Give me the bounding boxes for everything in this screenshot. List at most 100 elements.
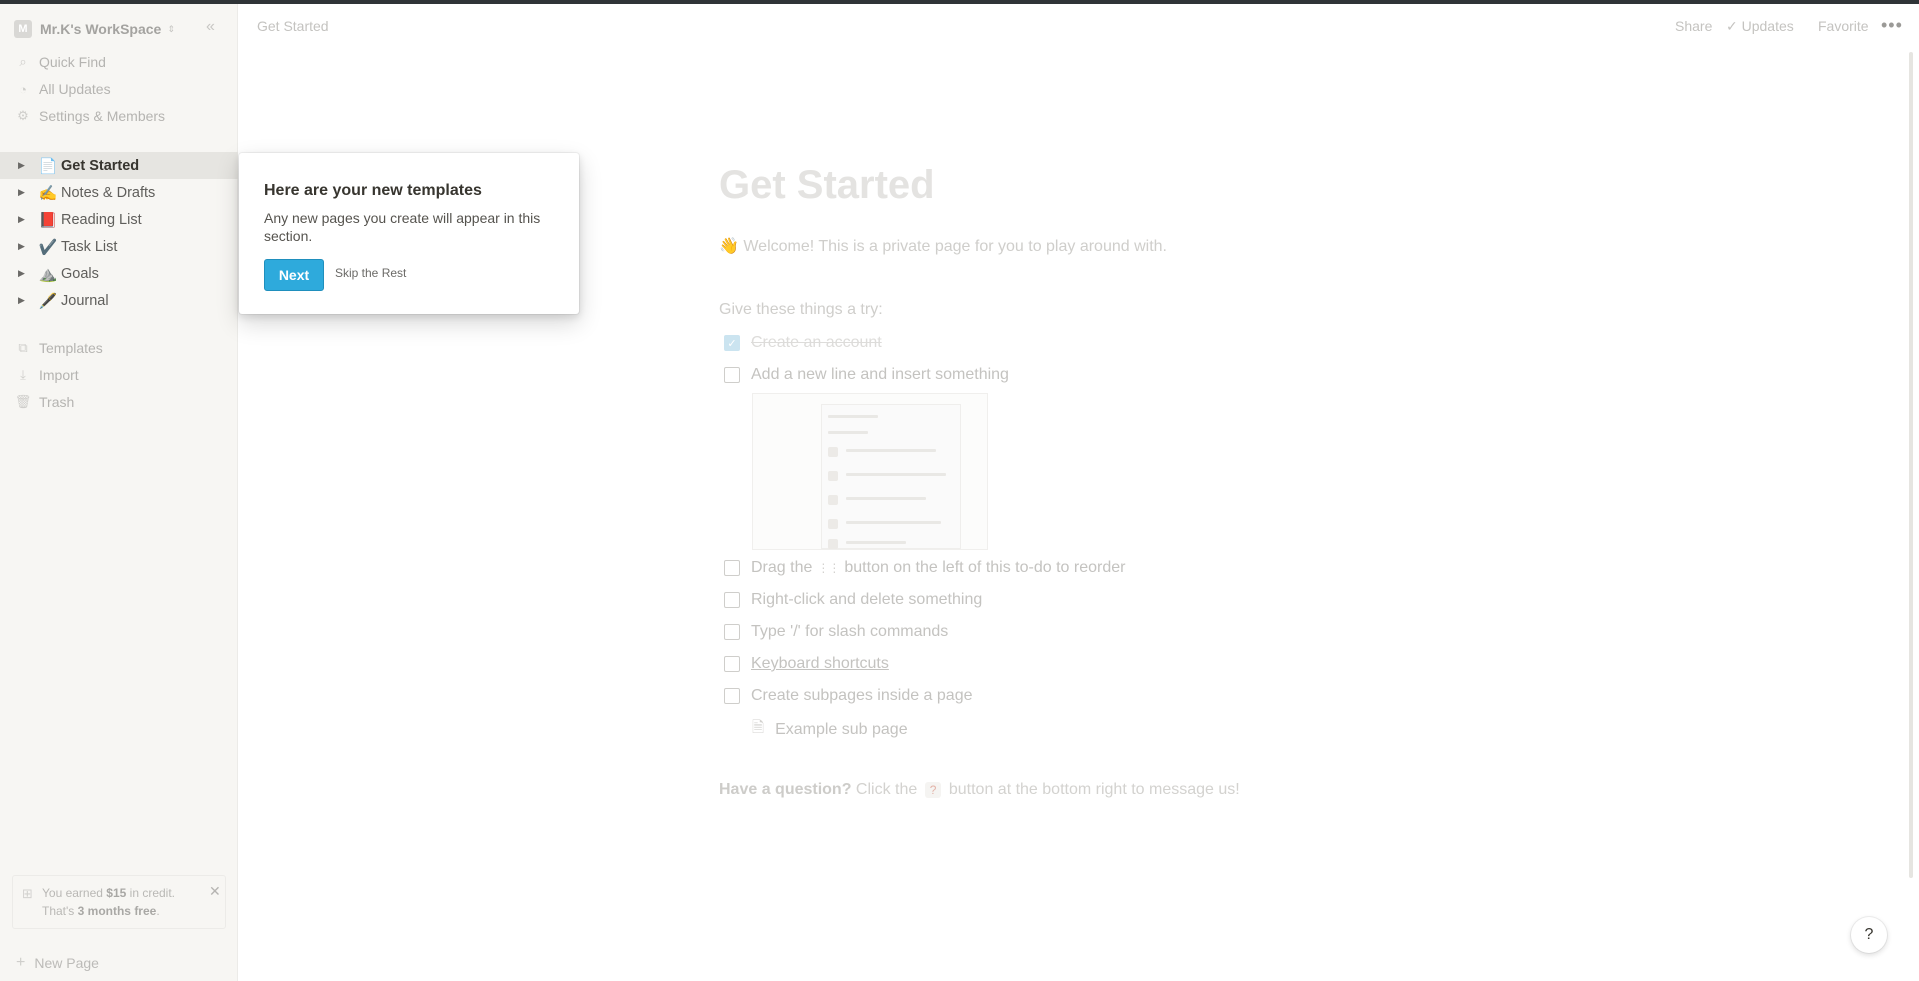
slash-menu-preview-image (752, 393, 988, 550)
share-button[interactable]: Share (1675, 18, 1712, 34)
page-emoji: ✔️ (38, 238, 58, 256)
credit-line-2: That's 3 months free. (42, 904, 160, 918)
workspace-avatar: M (14, 20, 32, 38)
todo-checkbox[interactable] (724, 560, 740, 576)
import-icon: ⤓ (20, 367, 26, 382)
todo-checkbox[interactable] (724, 367, 740, 383)
page-emoji: 🖋️ (38, 292, 58, 310)
nav-label: Templates (39, 340, 103, 356)
sidebar-page-goals[interactable]: ▶ ⛰️ Goals (0, 260, 238, 287)
page-emoji: 📕 (38, 211, 58, 229)
gear-icon: ⚙ (17, 108, 29, 123)
favorite-button[interactable]: Favorite (1818, 18, 1869, 34)
todo-item[interactable]: Right-click and delete something (724, 590, 982, 610)
welcome-text[interactable]: 👋 Welcome! This is a private page for yo… (719, 236, 1167, 256)
keyboard-shortcuts-link[interactable]: Keyboard shortcuts (751, 655, 889, 673)
sidebar-page-task-list[interactable]: ▶ ✔️ Task List (0, 233, 238, 260)
todo-text-part: Drag the (751, 559, 813, 576)
page-label: Notes & Drafts (61, 184, 156, 201)
page-label: Task List (61, 238, 118, 255)
sidebar-page-get-started[interactable]: ▶ 📄 Get Started (0, 152, 238, 179)
page-label: Get Started (61, 157, 140, 174)
todo-text-part: button on the left of this to-do to reor… (844, 559, 1126, 576)
onboarding-tooltip: Here are your new templates Any new page… (239, 153, 579, 314)
page-label: Journal (61, 292, 109, 309)
section-subheading[interactable]: Give these things a try: (719, 301, 883, 319)
nav-settings-members[interactable]: ⚙ Settings & Members (16, 105, 165, 127)
plus-icon: + (16, 954, 26, 971)
todo-checkbox[interactable] (724, 688, 740, 704)
sub-page-label: Example sub page (775, 720, 908, 738)
sidebar-page-reading-list[interactable]: ▶ 📕 Reading List (0, 206, 238, 233)
credit-text: . (156, 904, 160, 918)
help-hint-bold: Have a question? (719, 781, 852, 798)
help-button[interactable]: ? (1851, 917, 1887, 953)
expand-triangle-icon[interactable]: ▶ (18, 241, 28, 252)
todo-text: Add a new line and insert something (751, 366, 1009, 383)
slash-menu-mockup (821, 404, 961, 549)
credit-text: That's (42, 904, 78, 918)
nav-quick-find[interactable]: ⌕ Quick Find (16, 51, 106, 73)
expand-triangle-icon[interactable]: ▶ (18, 268, 28, 279)
more-options-icon[interactable]: ••• (1881, 15, 1903, 36)
window-top-strip (0, 0, 1919, 4)
help-hint-part: Click the (851, 781, 922, 798)
skip-the-rest-button[interactable]: Skip the Rest (335, 266, 406, 280)
credit-amount: $15 (106, 886, 127, 900)
credit-notice: ⊞ You earned $15 in credit. That's 3 mon… (12, 875, 226, 929)
next-button[interactable]: Next (264, 259, 324, 291)
todo-checkbox[interactable] (724, 592, 740, 608)
todo-text: Drag the ⋮⋮ button on the left of this to-… (751, 559, 1125, 577)
trash-icon: 🗑 (14, 394, 32, 409)
question-badge: ? (924, 782, 942, 798)
nav-trash[interactable]: 🗑 Trash (14, 391, 75, 413)
new-page-label: New Page (34, 955, 99, 971)
todo-item[interactable]: Type '/' for slash commands (724, 622, 948, 642)
page-title[interactable]: Get Started (719, 163, 935, 208)
close-icon[interactable]: ✕ (209, 883, 221, 900)
expand-triangle-icon[interactable]: ▶ (18, 160, 28, 171)
todo-item[interactable]: ✓ Create an account (724, 333, 882, 353)
todo-text: Create an account (751, 334, 882, 351)
nav-label: Import (39, 367, 79, 383)
breadcrumb[interactable]: Get Started (257, 18, 329, 34)
example-sub-page-link[interactable]: 🗎 Example sub page (752, 717, 908, 742)
todo-item[interactable]: Add a new line and insert something (724, 365, 1009, 385)
tooltip-title: Here are your new templates (264, 182, 482, 199)
search-icon: ⌕ (19, 54, 27, 69)
tooltip-body: Any new pages you create will appear in … (264, 210, 541, 244)
page-emoji: ⛰️ (38, 265, 58, 283)
page-label: Reading List (61, 211, 142, 228)
todo-text: Type '/' for slash commands (751, 623, 949, 640)
sidebar-page-journal[interactable]: ▶ 🖋️ Journal (0, 287, 238, 314)
expand-triangle-icon[interactable]: ▶ (18, 295, 28, 306)
nav-label: All Updates (39, 81, 111, 97)
nav-templates[interactable]: ⧉ Templates (16, 337, 103, 359)
expand-triangle-icon[interactable]: ▶ (18, 214, 28, 225)
todo-item[interactable]: Drag the ⋮⋮ button on the left of this to-… (724, 558, 1125, 578)
nav-import[interactable]: ⤓ Import (16, 364, 79, 386)
help-hint-text: Have a question? Click the ? button at t… (719, 781, 1240, 799)
sidebar: M Mr.K's WorkSpace ⇕ « ⌕ Quick Find ◔ Al… (0, 4, 238, 981)
todo-checkbox[interactable] (724, 624, 740, 640)
todo-checkbox[interactable]: ✓ (724, 335, 740, 351)
credit-text: You earned (42, 886, 107, 900)
drag-handle-icon: ⋮⋮ (817, 561, 840, 575)
updates-button[interactable]: ✓ Updates (1726, 18, 1794, 35)
todo-item[interactable]: Keyboard shortcuts (724, 654, 889, 674)
nav-all-updates[interactable]: ◔ All Updates (16, 78, 111, 100)
collapse-sidebar-icon[interactable]: « (206, 18, 215, 36)
expand-triangle-icon[interactable]: ▶ (18, 187, 28, 198)
todo-text: Right-click and delete something (751, 591, 983, 608)
todo-checkbox[interactable] (724, 656, 740, 672)
todo-item[interactable]: Create subpages inside a page (724, 686, 973, 706)
sidebar-page-notes-drafts[interactable]: ▶ ✍️ Notes & Drafts (0, 179, 238, 206)
new-page-button[interactable]: + New Page (16, 954, 99, 972)
gift-icon: ⊞ (22, 886, 33, 901)
workspace-caret-icon: ⇕ (167, 23, 175, 34)
credit-text: in credit. (126, 886, 176, 900)
credit-months: 3 months free (77, 904, 157, 918)
scrollbar[interactable] (1909, 52, 1913, 878)
nav-label: Trash (39, 394, 75, 410)
workspace-switcher[interactable]: M Mr.K's WorkSpace ⇕ (14, 18, 175, 40)
